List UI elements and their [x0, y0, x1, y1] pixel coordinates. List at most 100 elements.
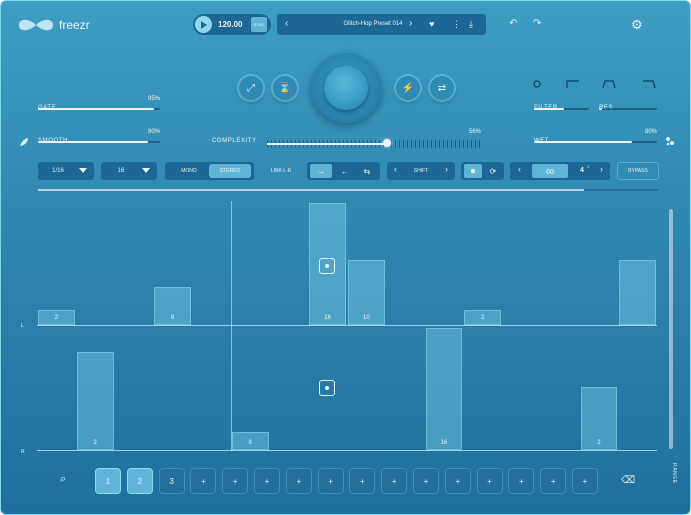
filter-bandpass-icon[interactable] — [602, 80, 616, 89]
shift-left-button[interactable]: ‹ — [394, 164, 397, 174]
loop-icon: ⟳ — [489, 166, 497, 176]
play-button[interactable] — [195, 16, 212, 33]
mono-button[interactable]: MONO — [169, 162, 209, 180]
pattern-pad-1[interactable]: 1 — [95, 468, 121, 494]
more-icon[interactable]: ⋮ — [452, 19, 461, 30]
hourglass-button[interactable]: ⌛ — [273, 76, 297, 100]
shuffle-button[interactable]: ⇄ — [430, 76, 454, 100]
lane-top-bar[interactable]: 2 — [38, 310, 75, 325]
add-pattern-button[interactable]: + — [476, 468, 503, 494]
lane-top-bar-value: 2 — [54, 315, 59, 321]
settings-icon[interactable]: ⚙ — [631, 17, 643, 33]
delete-icon[interactable]: ⌫ — [621, 475, 635, 486]
lane-top-bar[interactable]: 2 — [464, 310, 501, 325]
redo-icon[interactable]: ↷ — [533, 18, 541, 29]
smooth-slider-track[interactable] — [38, 141, 160, 143]
node-marker-bottom[interactable] — [319, 380, 335, 396]
chevron-down-icon — [142, 168, 150, 173]
gate-control[interactable]: GATE 95% — [38, 96, 160, 112]
lane-bottom-bar[interactable]: 2 — [76, 352, 114, 450]
lane-bottom[interactable]: 2 8 16 2 — [37, 326, 657, 450]
filter-slider-track[interactable] — [534, 108, 589, 110]
lane-bottom-bar[interactable]: 16 — [425, 328, 463, 450]
add-pattern-button[interactable]: + — [254, 468, 280, 494]
add-pattern-button[interactable]: + — [413, 468, 439, 494]
sequencer[interactable]: 2 8 16 10 2 2 8 16 2 — [37, 201, 657, 451]
add-pattern-button[interactable]: + — [444, 468, 471, 494]
pattern-pad-3[interactable]: 3 — [158, 468, 185, 494]
lane-top[interactable]: 2 8 16 10 2 — [37, 201, 657, 325]
pattern-pad-2[interactable]: 2 — [126, 468, 153, 494]
add-pattern-button[interactable]: + — [349, 468, 376, 494]
repeat-prev-button[interactable]: ‹ — [518, 164, 521, 174]
randomize-button[interactable]: ⤢ — [239, 76, 263, 100]
lane-top-bar[interactable]: 8 — [154, 287, 191, 325]
sync-button[interactable]: SYNC — [251, 17, 267, 32]
preset-prev-button[interactable]: ‹ — [285, 18, 288, 29]
steps-select[interactable]: 16 — [101, 162, 157, 180]
bpm-display[interactable]: 120.00 — [218, 20, 242, 29]
lane-bottom-bar[interactable]: 2 — [580, 387, 618, 450]
filter-peak-icon[interactable] — [533, 80, 541, 88]
res-control[interactable]: RES — [599, 96, 657, 112]
repeat-next-button[interactable]: › — [600, 164, 603, 174]
bypass-button[interactable]: BYPASS — [617, 162, 659, 180]
preset-bar: ‹ Glitch-Hop Preset 014 › ♥ ⋮ ⤓ — [277, 14, 486, 35]
range-scroll-thumb[interactable] — [669, 209, 673, 449]
channel-right-label: R — [21, 449, 26, 455]
forward-button[interactable]: → — [310, 164, 332, 178]
lane-bottom-bar-value: 8 — [248, 440, 252, 446]
main-knob[interactable] — [311, 53, 381, 123]
range-label: RANGE — [671, 463, 677, 484]
range-scrollbar[interactable] — [669, 209, 673, 449]
lightning-icon: ⚡ — [401, 82, 415, 94]
link-lr-button[interactable]: LINK L-R — [261, 162, 301, 180]
stereo-button[interactable]: STEREO — [209, 164, 251, 178]
add-pattern-button[interactable]: + — [222, 468, 249, 494]
add-pattern-button[interactable]: + — [508, 468, 535, 494]
loop-button[interactable]: ⟳ — [484, 164, 502, 178]
search-icon[interactable]: ⌕ — [60, 473, 66, 486]
logo: freezr — [17, 15, 97, 35]
wet-control[interactable]: WET 80% — [534, 129, 657, 145]
add-pattern-button[interactable]: + — [572, 468, 598, 494]
lane-bottom-bar[interactable]: 8 — [231, 432, 269, 450]
filter-lowpass-icon[interactable] — [566, 80, 579, 88]
filter-control[interactable]: FILTER — [534, 96, 589, 112]
heart-icon[interactable]: ♥ — [429, 19, 434, 29]
gate-slider-track[interactable] — [38, 108, 160, 110]
bypass-label: BYPASS — [628, 168, 648, 174]
download-icon[interactable]: ⤓ — [469, 19, 473, 30]
complexity-label: COMPLEXITY — [212, 138, 257, 144]
lane-bottom-baseline — [37, 450, 657, 451]
add-pattern-button[interactable]: + — [317, 468, 344, 494]
wet-slider-track[interactable] — [534, 141, 657, 143]
filter-highpass-icon[interactable] — [643, 80, 656, 89]
preset-name[interactable]: Glitch-Hop Preset 014 — [313, 21, 433, 27]
add-pattern-button[interactable]: + — [381, 468, 408, 494]
smooth-control[interactable]: SMOOTH 90% — [38, 129, 160, 145]
node-marker-top[interactable] — [319, 258, 335, 274]
division-select[interactable]: 1/16 — [38, 162, 94, 180]
lane-top-bar[interactable] — [619, 260, 656, 325]
add-pattern-button[interactable]: + — [540, 468, 567, 494]
record-button[interactable] — [464, 164, 482, 178]
complexity-control[interactable]: COMPLEXITY 56% — [212, 129, 481, 149]
preset-next-button[interactable]: › — [409, 18, 412, 29]
record-loop-group: ⟳ — [461, 162, 504, 180]
logo-text: freezr — [59, 18, 90, 32]
complexity-handle[interactable] — [382, 139, 391, 147]
play-icon — [201, 20, 207, 29]
shift-right-button[interactable]: › — [445, 164, 448, 174]
infinity-toggle[interactable]: ∞ — [532, 164, 568, 178]
undo-icon[interactable]: ↶ — [509, 18, 517, 29]
add-pattern-button[interactable]: + — [190, 468, 217, 494]
add-pattern-button[interactable]: + — [285, 468, 312, 494]
res-slider-track[interactable] — [599, 108, 657, 110]
wet-slider-fill — [534, 141, 633, 143]
pingpong-button[interactable]: ⇆ — [357, 164, 377, 178]
lane-top-bar-value: 8 — [170, 315, 175, 321]
lane-top-bar[interactable]: 10 — [348, 260, 385, 325]
lightning-button[interactable]: ⚡ — [396, 76, 420, 100]
reverse-button[interactable]: ← — [335, 164, 355, 178]
